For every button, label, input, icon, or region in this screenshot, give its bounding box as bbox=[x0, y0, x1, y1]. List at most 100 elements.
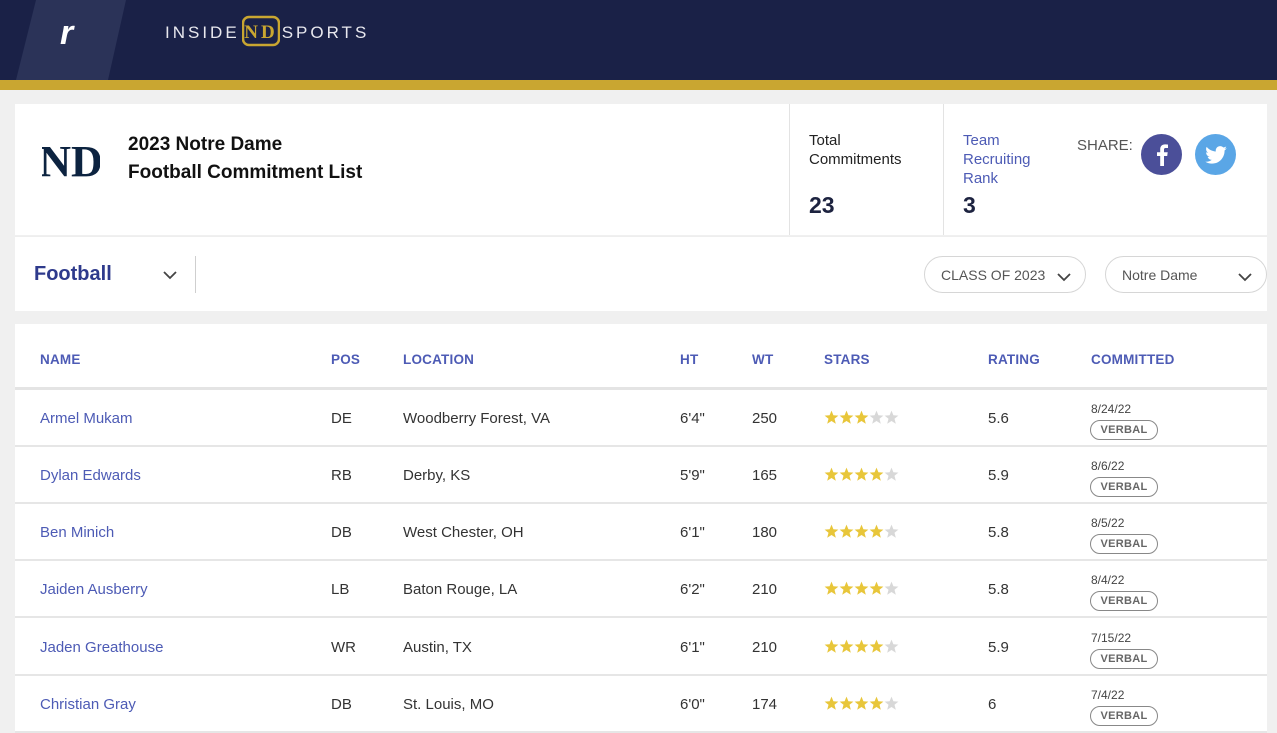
divider bbox=[789, 104, 790, 235]
page-title: 2023 Notre Dame Football Commitment List bbox=[128, 131, 362, 187]
star-rating bbox=[824, 639, 899, 654]
player-name-link[interactable]: Dylan Edwards bbox=[40, 467, 141, 484]
header-accent-line bbox=[0, 80, 1277, 90]
player-weight: 210 bbox=[752, 639, 778, 656]
player-location: Derby, KS bbox=[403, 467, 471, 484]
status-badge: VERBAL bbox=[1090, 591, 1158, 611]
notre-dame-logo-icon: ND bbox=[39, 134, 103, 191]
star-filled-icon bbox=[854, 581, 869, 595]
column-header-pos[interactable]: POS bbox=[331, 352, 360, 367]
table-row: Christian Gray DB St. Louis, MO 6'0" 174 6 7/4… bbox=[15, 676, 1267, 733]
team-recruiting-rank-value: 3 bbox=[963, 192, 976, 218]
player-rating: 6 bbox=[988, 696, 997, 713]
chevron-down-icon bbox=[1238, 269, 1252, 285]
player-weight: 165 bbox=[752, 467, 778, 484]
star-filled-icon bbox=[869, 467, 884, 481]
star-filled-icon bbox=[854, 696, 869, 710]
star-empty-icon bbox=[884, 524, 899, 538]
facebook-share-button[interactable] bbox=[1141, 134, 1182, 175]
star-empty-icon bbox=[884, 639, 899, 653]
player-name-link[interactable]: Christian Gray bbox=[40, 696, 136, 713]
star-rating bbox=[824, 581, 899, 596]
column-header-committed[interactable]: COMMITTED bbox=[1091, 352, 1175, 367]
player-position: DE bbox=[331, 410, 352, 427]
column-header-name[interactable]: NAME bbox=[40, 352, 81, 367]
player-location: Woodberry Forest, VA bbox=[403, 410, 550, 427]
player-rating: 5.8 bbox=[988, 581, 1009, 598]
star-empty-icon bbox=[884, 581, 899, 595]
commit-date: 7/4/22 bbox=[1091, 688, 1125, 702]
column-header-ht[interactable]: HT bbox=[680, 352, 698, 367]
star-filled-icon bbox=[824, 696, 839, 710]
commit-date: 8/4/22 bbox=[1091, 573, 1125, 587]
svg-text:ND: ND bbox=[42, 137, 100, 186]
star-filled-icon bbox=[854, 524, 869, 538]
star-empty-icon bbox=[884, 696, 899, 710]
page-title-line2: Football Commitment List bbox=[128, 162, 363, 183]
column-header-location[interactable]: LOCATION bbox=[403, 352, 474, 367]
star-filled-icon bbox=[854, 639, 869, 653]
class-year-dropdown[interactable]: CLASS OF 2023 bbox=[924, 256, 1086, 293]
commit-date: 8/24/22 bbox=[1091, 402, 1132, 416]
inside-nd-sports-logo[interactable]: INSIDE ND SPORTS bbox=[165, 15, 370, 52]
player-location: St. Louis, MO bbox=[403, 696, 494, 713]
sport-select[interactable]: Football bbox=[34, 263, 112, 286]
column-header-rating[interactable]: RATING bbox=[988, 352, 1040, 367]
star-filled-icon bbox=[839, 467, 854, 481]
team-dropdown[interactable]: Notre Dame bbox=[1105, 256, 1267, 293]
rivals-home-link[interactable]: r bbox=[16, 0, 126, 80]
brand-text-right: SPORTS bbox=[281, 23, 370, 42]
team-recruiting-rank-link[interactable]: Team Recruiting Rank bbox=[963, 131, 1031, 188]
star-filled-icon bbox=[854, 410, 869, 424]
status-badge: VERBAL bbox=[1090, 534, 1158, 554]
table-row: Jaiden Ausberry LB Baton Rouge, LA 6'2" 210 5… bbox=[15, 561, 1267, 618]
player-name-link[interactable]: Armel Mukam bbox=[40, 410, 133, 427]
star-filled-icon bbox=[869, 639, 884, 653]
status-badge: VERBAL bbox=[1090, 477, 1158, 497]
star-filled-icon bbox=[839, 524, 854, 538]
nd-monogram-icon: ND bbox=[241, 15, 280, 52]
table-row: Dylan Edwards RB Derby, KS 5'9" 165 5.9 8/6/22… bbox=[15, 447, 1267, 504]
table-row: Jaden Greathouse WR Austin, TX 6'1" 210 5.9 7/… bbox=[15, 619, 1267, 676]
total-commitments-label: Total Commitments bbox=[809, 132, 902, 168]
player-height: 6'2" bbox=[680, 581, 705, 598]
player-name-link[interactable]: Jaiden Ausberry bbox=[40, 581, 148, 598]
star-rating bbox=[824, 524, 899, 539]
svg-text:ND: ND bbox=[244, 22, 277, 43]
commit-date: 8/5/22 bbox=[1091, 516, 1125, 530]
star-filled-icon bbox=[839, 410, 854, 424]
twitter-icon bbox=[1204, 145, 1227, 164]
player-location: Austin, TX bbox=[403, 639, 472, 656]
commit-date: 8/6/22 bbox=[1091, 459, 1125, 473]
divider bbox=[195, 256, 196, 293]
total-commitments-value: 23 bbox=[809, 192, 835, 218]
player-name-link[interactable]: Ben Minich bbox=[40, 524, 114, 541]
team-value: Notre Dame bbox=[1122, 266, 1198, 283]
player-position: LB bbox=[331, 581, 350, 598]
commitments-table: NAME POS LOCATION HT WT STARS RATING COM… bbox=[15, 324, 1267, 733]
column-header-wt[interactable]: WT bbox=[752, 352, 773, 367]
star-filled-icon bbox=[869, 696, 884, 710]
twitter-share-button[interactable] bbox=[1195, 134, 1236, 175]
player-position: DB bbox=[331, 524, 352, 541]
player-position: RB bbox=[331, 467, 352, 484]
star-filled-icon bbox=[839, 696, 854, 710]
player-weight: 174 bbox=[752, 696, 778, 713]
commit-date: 7/15/22 bbox=[1091, 631, 1132, 645]
filter-bar: Football CLASS OF 2023 Notre Dame bbox=[15, 236, 1267, 311]
class-year-value: CLASS OF 2023 bbox=[941, 266, 1046, 283]
page-title-line1: 2023 Notre Dame bbox=[128, 134, 283, 155]
facebook-icon bbox=[1156, 143, 1168, 166]
star-empty-icon bbox=[884, 467, 899, 481]
star-filled-icon bbox=[869, 524, 884, 538]
star-filled-icon bbox=[839, 639, 854, 653]
player-name-link[interactable]: Jaden Greathouse bbox=[40, 639, 163, 656]
star-empty-icon bbox=[884, 410, 899, 424]
star-filled-icon bbox=[839, 581, 854, 595]
column-header-stars[interactable]: STARS bbox=[824, 352, 870, 367]
chevron-down-icon[interactable] bbox=[163, 267, 177, 285]
player-rating: 5.9 bbox=[988, 467, 1009, 484]
player-location: West Chester, OH bbox=[403, 524, 524, 541]
player-weight: 180 bbox=[752, 524, 778, 541]
divider bbox=[943, 104, 944, 235]
